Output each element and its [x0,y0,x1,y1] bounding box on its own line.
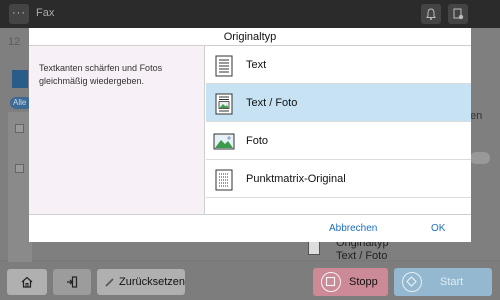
cancel-button[interactable]: Abbrechen [329,223,377,234]
photo-icon [213,133,235,150]
option-text-photo[interactable]: Text / Foto [206,84,471,122]
top-bar: ··· Fax [0,0,500,28]
background-original-type-value: Text / Foto [336,250,388,262]
background-blue-tab [12,70,28,88]
document-icon [308,240,320,255]
start-icon [402,272,422,292]
option-label: Foto [246,135,269,147]
home-button[interactable] [7,269,47,295]
option-photo[interactable]: Foto [206,122,471,160]
background-checkbox [15,164,24,173]
dialog-title: Originaltyp [29,28,471,46]
option-label: Text [246,59,267,71]
background-right-text: en [470,110,483,122]
dialog-footer: Abbrechen OK [29,214,471,242]
dialog-description: Textkanten schärfen und Fotos gleichmäßi… [29,46,205,214]
login-button[interactable] [53,269,91,295]
notification-bell-icon[interactable] [421,4,441,24]
option-label: Text / Foto [246,97,298,109]
option-next-partial [206,198,471,214]
app-title: Fax [36,7,55,19]
background-number-field: 12 [8,36,21,48]
background-toggle [470,152,490,164]
ok-button[interactable]: OK [431,223,445,234]
home-icon [21,276,33,288]
stop-button-label: Stopp [349,276,378,288]
original-type-list: Text Text / Foto Foto Punktmatrix-Origin… [206,46,471,214]
eraser-icon [105,278,114,287]
option-label: Punktmatrix-Original [246,173,346,185]
original-type-dialog: Originaltyp Textkanten schärfen und Foto… [29,28,471,242]
text-photo-document-icon [215,93,233,115]
device-status-icon[interactable] [448,4,468,24]
start-button-label: Start [440,276,464,288]
text-document-icon [215,55,233,77]
menu-button[interactable]: ··· [9,4,29,24]
option-text[interactable]: Text [206,46,471,84]
login-icon [67,276,78,288]
option-dot-matrix[interactable]: Punktmatrix-Original [206,160,471,198]
stop-button[interactable]: Stopp [313,268,388,296]
start-button[interactable]: Start [394,268,492,296]
reset-button-label: Zurücksetzen [119,276,186,288]
background-checkbox [15,124,24,133]
dot-matrix-document-icon [215,169,233,191]
stop-icon [321,272,341,292]
reset-button[interactable]: Zurücksetzen [97,269,185,295]
